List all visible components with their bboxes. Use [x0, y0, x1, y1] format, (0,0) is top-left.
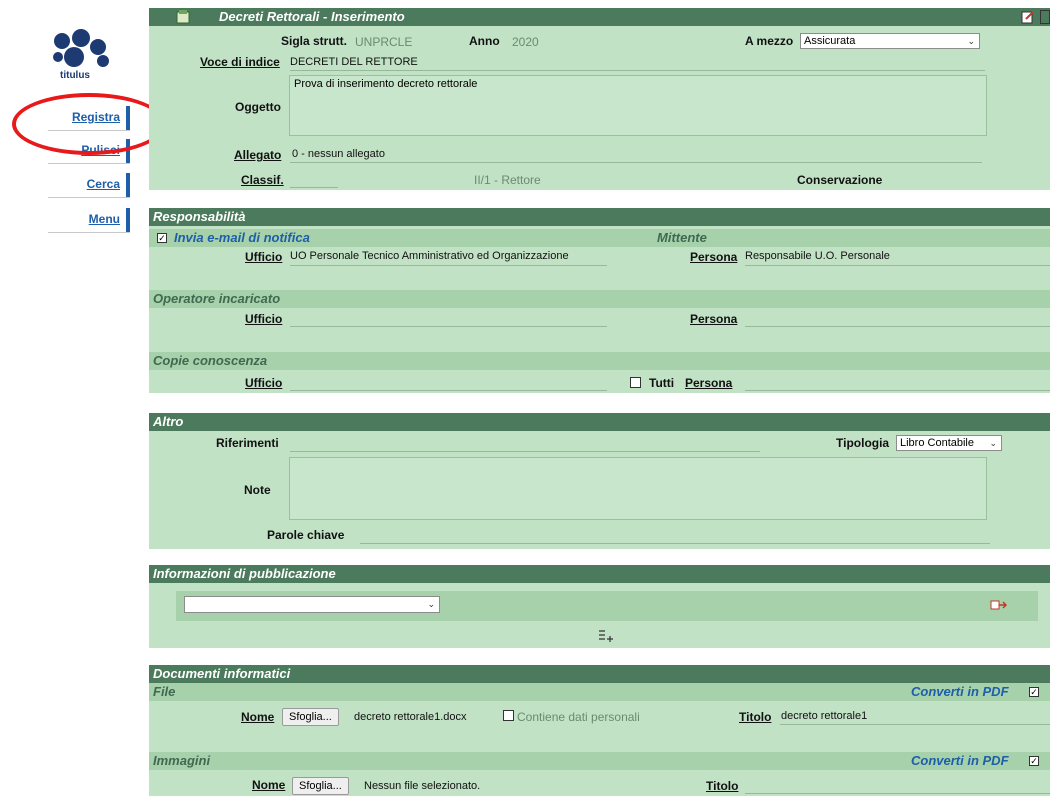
- copie-persona-underline: [745, 390, 1050, 391]
- tipologia-value: Libro Contabile: [900, 437, 974, 449]
- operatore-header: Operatore incaricato: [149, 290, 1050, 308]
- operatore-ufficio-underline: [290, 326, 607, 327]
- immagini-file-name: Nessun file selezionato.: [364, 780, 481, 792]
- tutti-label: Tutti: [649, 376, 675, 390]
- classif-label[interactable]: Classif.: [241, 173, 284, 187]
- file-nome-label[interactable]: Nome: [241, 710, 274, 724]
- logo-text: titulus: [60, 70, 90, 81]
- cerca-button[interactable]: Cerca: [48, 173, 130, 197]
- copie-persona-label[interactable]: Persona: [685, 376, 732, 390]
- oggetto-value: Prova di inserimento decreto rettorale: [294, 78, 478, 90]
- chevron-down-icon: ⌄: [427, 599, 435, 609]
- dati-personali-checkbox[interactable]: [503, 710, 514, 721]
- documenti-header: Documenti informatici: [149, 665, 1050, 683]
- voce-value: DECRETI DEL RETTORE: [290, 56, 418, 68]
- sigla-value: UNPRCLE: [355, 35, 413, 49]
- ufficio-underline: [290, 265, 607, 266]
- persona-value: Responsabile U.O. Personale: [745, 250, 890, 262]
- persona-underline: [745, 265, 1050, 266]
- copie-ufficio-label[interactable]: Ufficio: [245, 376, 282, 390]
- ufficio-label[interactable]: Ufficio: [245, 250, 282, 264]
- file-titolo-value: decreto rettorale1: [781, 710, 868, 722]
- page-title: Decreti Rettorali - Inserimento: [149, 8, 1050, 26]
- note-label: Note: [244, 483, 271, 497]
- copie-header: Copie conoscenza: [149, 352, 1050, 370]
- allegato-value: 0 - nessun allegato: [292, 148, 385, 160]
- chevron-down-icon: ⌄: [989, 438, 997, 448]
- add-arrow-icon[interactable]: [990, 598, 1008, 612]
- riferimenti-label: Riferimenti: [216, 436, 279, 450]
- edit-icon[interactable]: [1021, 10, 1035, 24]
- note-textarea[interactable]: [289, 457, 987, 520]
- immagini-converti-label: Converti in PDF: [911, 753, 1009, 768]
- parole-label: Parole chiave: [267, 528, 345, 542]
- classif-underline: [290, 187, 338, 188]
- add-row-icon[interactable]: [597, 629, 615, 643]
- oggetto-textarea[interactable]: Prova di inserimento decreto rettorale: [289, 75, 987, 136]
- document-icon: [176, 10, 190, 24]
- file-titolo-underline: [780, 724, 1050, 725]
- anno-label: Anno: [469, 34, 500, 48]
- conservazione-label: Conservazione: [797, 173, 883, 187]
- highlight-circle: [12, 93, 166, 155]
- mezzo-label: A mezzo: [745, 34, 794, 48]
- altro-header: Altro: [149, 413, 1050, 431]
- operatore-ufficio-label[interactable]: Ufficio: [245, 312, 282, 326]
- chevron-down-icon: ⌄: [967, 36, 975, 46]
- responsabilita-header: Responsabilità: [149, 208, 1050, 226]
- immagini-nome-label[interactable]: Nome: [252, 778, 285, 792]
- immagini-browse-button[interactable]: Sfoglia...: [292, 777, 349, 795]
- immagini-titolo-underline: [745, 793, 1050, 794]
- voce-label[interactable]: Voce di indice: [200, 55, 280, 69]
- file-converti-checkbox[interactable]: ✓: [1029, 687, 1039, 697]
- copie-ufficio-underline: [290, 390, 607, 391]
- mittente-label: Mittente: [657, 230, 707, 245]
- tipologia-select[interactable]: Libro Contabile ⌄: [896, 435, 1002, 451]
- operatore-persona-underline: [745, 326, 1050, 327]
- pubblicazione-header: Informazioni di pubblicazione: [149, 565, 1050, 583]
- file-browse-button[interactable]: Sfoglia...: [282, 708, 339, 726]
- immagini-converti-checkbox[interactable]: ✓: [1029, 756, 1039, 766]
- voce-underline: [290, 70, 985, 71]
- mezzo-value: Assicurata: [804, 35, 856, 47]
- dati-personali-label: Contiene dati personali: [517, 710, 640, 724]
- anno-value: 2020: [512, 35, 539, 49]
- operatore-persona-label[interactable]: Persona: [690, 312, 737, 326]
- file-titolo-label[interactable]: Titolo: [739, 710, 771, 724]
- immagini-titolo-label[interactable]: Titolo: [706, 779, 738, 793]
- pubblicazione-select[interactable]: ⌄: [184, 596, 440, 613]
- persona-label[interactable]: Persona: [690, 250, 737, 264]
- classif-value: II/1 - Rettore: [474, 173, 541, 187]
- sigla-label: Sigla strutt.: [281, 34, 348, 48]
- file-name: decreto rettorale1.docx: [354, 711, 467, 723]
- notify-label: Invia e-mail di notifica: [174, 230, 310, 245]
- allegato-label[interactable]: Allegato: [234, 148, 281, 162]
- menu-button[interactable]: Menu: [48, 208, 130, 232]
- mezzo-select[interactable]: Assicurata ⌄: [800, 33, 980, 49]
- file-converti-label: Converti in PDF: [911, 684, 1009, 699]
- allegato-underline: [290, 162, 982, 163]
- riferimenti-underline: [290, 451, 760, 452]
- tipologia-label: Tipologia: [836, 436, 890, 450]
- tutti-checkbox[interactable]: [630, 377, 641, 388]
- ufficio-value: UO Personale Tecnico Amministrativo ed O…: [290, 250, 569, 262]
- oggetto-label: Oggetto: [235, 100, 281, 114]
- parole-underline: [360, 543, 990, 544]
- notify-checkbox[interactable]: ✓: [157, 233, 167, 243]
- checkbox-icon[interactable]: [1040, 10, 1050, 24]
